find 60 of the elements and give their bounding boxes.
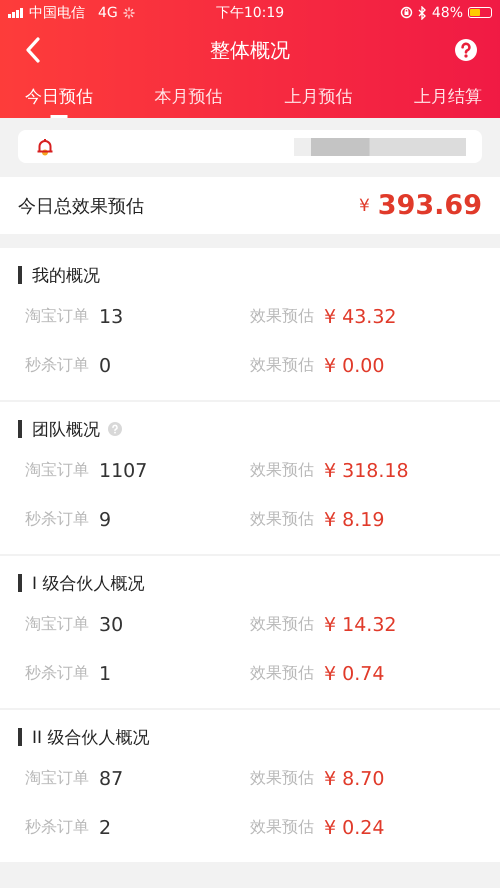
estimate-label: 效果预估 — [250, 663, 314, 684]
battery-icon — [468, 7, 492, 18]
section-title: I 级合伙人概况 — [32, 572, 144, 594]
section-title: 团队概况 — [32, 418, 100, 440]
clock-time: 下午10:19 — [216, 4, 284, 22]
order-label: 秒杀订单 — [25, 509, 89, 530]
section-title: 我的概况 — [32, 264, 100, 286]
order-count: 0 — [99, 354, 112, 376]
total-label: 今日总效果预估 — [18, 194, 145, 218]
estimate-label: 效果预估 — [250, 460, 314, 481]
order-count: 30 — [99, 614, 124, 636]
tab[interactable]: 今日预估 — [25, 75, 93, 118]
help-icon[interactable] — [454, 38, 478, 62]
estimate-label: 效果预估 — [250, 355, 314, 376]
bell-icon — [36, 138, 54, 156]
bluetooth-icon — [418, 6, 427, 20]
estimate-amount: ¥ 318.18 — [324, 460, 409, 482]
order-count: 1107 — [99, 460, 148, 482]
section-marker — [18, 728, 22, 746]
estimate-label: 效果预估 — [250, 614, 314, 635]
section-title: II 级合伙人概况 — [32, 726, 150, 748]
order-label: 淘宝订单 — [25, 614, 89, 635]
order-count: 2 — [99, 816, 112, 838]
order-label: 秒杀订单 — [25, 817, 89, 838]
total-amount: 393.69 — [378, 190, 482, 221]
order-label: 淘宝订单 — [25, 306, 89, 327]
tab[interactable]: 上月预估 — [284, 75, 352, 118]
currency-symbol: ¥ — [358, 196, 370, 216]
tab[interactable]: 上月结算 — [414, 75, 482, 118]
estimate-amount: ¥ 14.32 — [324, 614, 397, 636]
estimate-amount: ¥ 8.70 — [324, 768, 384, 790]
order-label: 淘宝订单 — [25, 768, 89, 789]
order-label: 秒杀订单 — [25, 355, 89, 376]
estimate-label: 效果预估 — [250, 509, 314, 530]
loading-icon — [122, 6, 135, 18]
order-count: 9 — [99, 508, 112, 530]
order-count: 13 — [99, 306, 124, 328]
estimate-amount: ¥ 0.00 — [324, 354, 384, 376]
tab[interactable]: 本月预估 — [154, 75, 223, 118]
rotation-lock-icon — [400, 6, 413, 19]
estimate-label: 效果预估 — [250, 306, 314, 327]
order-count: 1 — [99, 662, 112, 684]
order-count: 87 — [99, 768, 124, 790]
signal-icon — [8, 8, 24, 18]
section-marker — [18, 420, 22, 438]
section-marker — [18, 574, 22, 592]
page-title: 整体概况 — [210, 36, 290, 64]
section-marker — [18, 266, 22, 284]
order-label: 淘宝订单 — [25, 460, 89, 481]
estimate-amount: ¥ 8.19 — [324, 508, 384, 530]
estimate-label: 效果预估 — [250, 768, 314, 789]
back-icon[interactable] — [25, 37, 41, 63]
carrier-name: 中国电信 — [29, 4, 85, 22]
battery-percent: 48% — [432, 4, 463, 20]
order-label: 秒杀订单 — [25, 663, 89, 684]
estimate-amount: ¥ 43.32 — [324, 306, 397, 328]
network-type: 4G — [98, 4, 118, 20]
estimate-label: 效果预估 — [250, 817, 314, 838]
estimate-amount: ¥ 0.24 — [324, 816, 384, 838]
estimate-amount: ¥ 0.74 — [324, 662, 384, 684]
